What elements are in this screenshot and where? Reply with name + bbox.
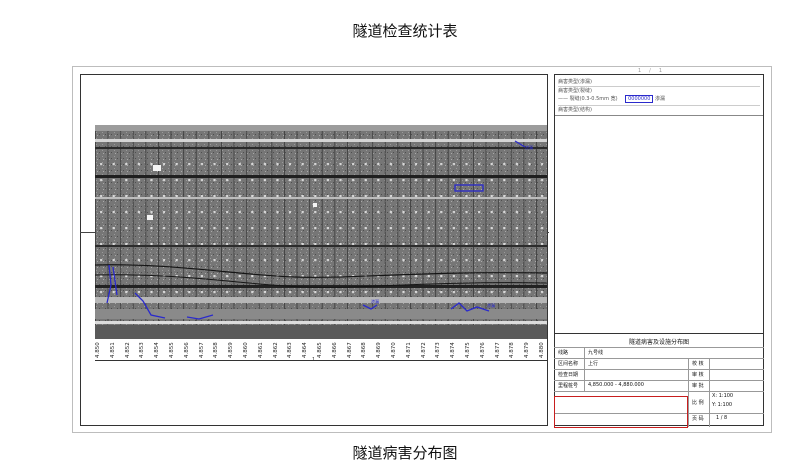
station-label: 4.852 [124, 342, 131, 358]
station-label: 4.856 [183, 342, 190, 358]
station-label: 4.863 [287, 342, 294, 358]
station-label: 4.873 [435, 342, 442, 358]
tb-scale-x: X: 1:100 [712, 393, 734, 399]
legend-leak-swatch: 0000000 [625, 95, 654, 103]
station-label: 4.868 [361, 342, 368, 358]
svg-text:渗漏: 渗漏 [371, 298, 379, 304]
station-label: 4.876 [479, 342, 486, 358]
station-label: 4.878 [509, 342, 516, 358]
svg-text:渗漏: 渗漏 [525, 144, 533, 150]
legend-crack: 病害类型(裂缝) [558, 86, 760, 94]
tb-section-label: 区间名称 [558, 361, 579, 367]
station-label: 4.860 [243, 342, 249, 358]
tb-mileage-value: 4,850.000 - 4,880.000 [588, 382, 644, 388]
center-line-right [547, 232, 549, 233]
center-line-left [80, 232, 95, 233]
tb-check-label: 校 核 [692, 361, 704, 367]
station-label: 4.853 [139, 342, 146, 358]
title-block-heading: 隧道病害及设施分布图 [628, 339, 689, 346]
station-label: 4.871 [405, 342, 412, 358]
tb-mileage-label: 里程桩号 [558, 383, 579, 389]
svg-text:渗漏: 渗漏 [487, 302, 495, 308]
station-label: 4.880 [539, 342, 545, 358]
station-label: 4.851 [109, 342, 116, 358]
legend-crack-detail: —— 裂缝(0.3-0.5mm 宽) 0000000 渗漏 [558, 95, 760, 103]
station-label: 4.857 [198, 342, 205, 358]
tb-divider-2 [688, 358, 689, 427]
legend-leak: 病害类型(渗漏) [558, 79, 592, 85]
tb-inspect-label: 检查日期 [558, 372, 579, 378]
ruler-label: 1 [312, 357, 316, 363]
station-label: 4.861 [257, 342, 264, 358]
station-label: 4.874 [450, 342, 457, 358]
title-block-heading-row: 隧道病害及设施分布图 [554, 334, 764, 348]
station-label: 4.855 [169, 342, 175, 358]
station-label: 4.862 [272, 342, 279, 358]
tb-scale-y: Y: 1:100 [712, 402, 733, 408]
tb-section-value: 上行 [588, 361, 599, 367]
tb-approve-label: 审 批 [692, 383, 704, 389]
station-label: 4.869 [376, 342, 383, 358]
station-label: 4.870 [391, 342, 397, 358]
tunnel-scan-image[interactable]: 渗漏 渗漏 渗漏 [95, 125, 547, 339]
station-label: 4.858 [213, 342, 220, 358]
station-label: 4.859 [228, 342, 235, 358]
legend-crack-width: —— 裂缝(0.3-0.5mm 宽) [558, 96, 618, 102]
tb-page-label: 页 码 [692, 416, 704, 422]
tb-line-label: 线路 [558, 350, 569, 356]
station-label: 4.877 [494, 342, 501, 358]
scan-graphic: 渗漏 渗漏 渗漏 [95, 125, 547, 339]
station-label: 4.867 [346, 342, 353, 358]
station-label: 4.879 [524, 342, 531, 358]
station-label: 4.875 [465, 342, 471, 358]
tb-audit-label: 审 核 [692, 372, 704, 378]
tb-divider-3 [709, 358, 710, 427]
station-label: 4.866 [331, 342, 338, 358]
tb-line-value: 九号线 [588, 350, 604, 356]
station-ruler [95, 360, 547, 367]
highlight-box [554, 396, 688, 428]
tb-divider-1 [584, 347, 585, 391]
station-label: 4.850 [95, 342, 101, 358]
station-label: 4.854 [154, 342, 161, 358]
legend-box: 病害类型(渗漏) 病害类型(裂缝) —— 裂缝(0.3-0.5mm 宽) 000… [555, 75, 763, 116]
station-label: 4.865 [317, 342, 323, 358]
station-label: 4.864 [302, 342, 309, 358]
report-title: 隧道检查统计表 [352, 22, 458, 40]
tb-page-value: 1 / 8 [716, 415, 728, 421]
legend-structure: 病害类型(结构) [558, 105, 760, 113]
station-label: 4.872 [420, 342, 427, 358]
legend-leak-label: 渗漏 [655, 96, 666, 102]
tb-scale-label: 比 例 [692, 400, 704, 406]
figure-caption: 隧道病害分布图 [352, 444, 458, 462]
